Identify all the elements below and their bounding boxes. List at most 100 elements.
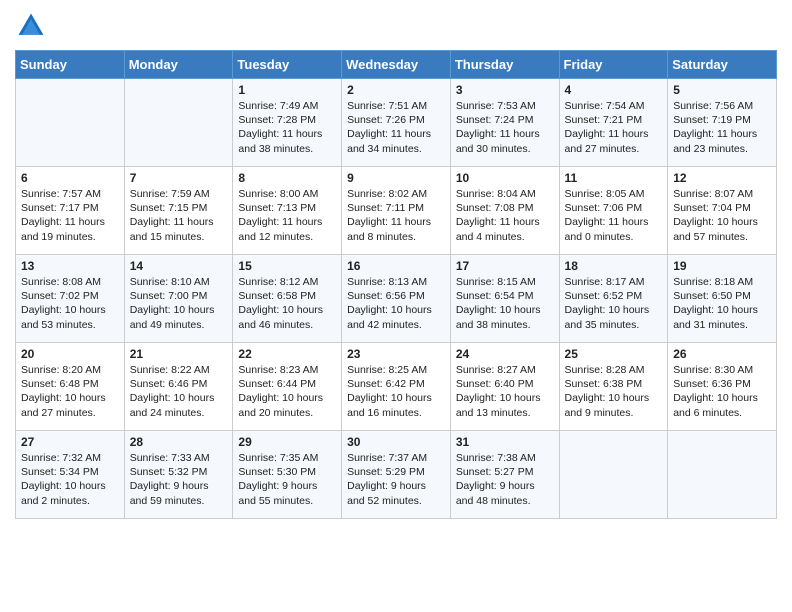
calendar-cell: 31 Sunrise: 7:38 AM Sunset: 5:27 PM Dayli… bbox=[450, 431, 559, 519]
calendar-cell: 1 Sunrise: 7:49 AM Sunset: 7:28 PM Daylig… bbox=[233, 79, 342, 167]
day-number: 13 bbox=[21, 259, 119, 273]
calendar-cell: 17 Sunrise: 8:15 AM Sunset: 6:54 PM Dayli… bbox=[450, 255, 559, 343]
cell-content: Sunrise: 7:56 AM Sunset: 7:19 PM Dayligh… bbox=[673, 99, 771, 156]
calendar-cell: 9 Sunrise: 8:02 AM Sunset: 7:11 PM Daylig… bbox=[342, 167, 451, 255]
calendar-cell: 14Sunrise: 8:10 AM Sunset: 7:00 PM Dayli… bbox=[124, 255, 233, 343]
calendar-body: 1 Sunrise: 7:49 AM Sunset: 7:28 PM Daylig… bbox=[16, 79, 777, 519]
calendar-cell: 10 Sunrise: 8:04 AM Sunset: 7:08 PM Dayli… bbox=[450, 167, 559, 255]
cell-content: Sunrise: 8:00 AM Sunset: 7:13 PM Dayligh… bbox=[238, 187, 336, 244]
day-number: 11 bbox=[565, 171, 663, 185]
day-number: 24 bbox=[456, 347, 554, 361]
day-number: 4 bbox=[565, 83, 663, 97]
cell-content: Sunrise: 8:17 AM Sunset: 6:52 PM Dayligh… bbox=[565, 275, 663, 332]
day-number: 21 bbox=[130, 347, 228, 361]
logo-icon bbox=[15, 10, 47, 42]
day-number: 12 bbox=[673, 171, 771, 185]
day-number: 3 bbox=[456, 83, 554, 97]
cell-content: Sunrise: 8:02 AM Sunset: 7:11 PM Dayligh… bbox=[347, 187, 445, 244]
day-number: 30 bbox=[347, 435, 445, 449]
calendar-cell: 20 Sunrise: 8:20 AM Sunset: 6:48 PM Dayli… bbox=[16, 343, 125, 431]
logo bbox=[15, 10, 51, 42]
day-number: 5 bbox=[673, 83, 771, 97]
cell-content: Sunrise: 7:53 AM Sunset: 7:24 PM Dayligh… bbox=[456, 99, 554, 156]
cell-content: Sunrise: 7:32 AM Sunset: 5:34 PM Dayligh… bbox=[21, 451, 119, 508]
cell-content: Sunrise: 7:35 AM Sunset: 5:30 PM Dayligh… bbox=[238, 451, 336, 508]
calendar-cell: 29 Sunrise: 7:35 AM Sunset: 5:30 PM Dayli… bbox=[233, 431, 342, 519]
calendar-cell: 25 Sunrise: 8:28 AM Sunset: 6:38 PM Dayli… bbox=[559, 343, 668, 431]
header-cell-wednesday: Wednesday bbox=[342, 51, 451, 79]
day-number: 22 bbox=[238, 347, 336, 361]
calendar-cell: 11 Sunrise: 8:05 AM Sunset: 7:06 PM Dayli… bbox=[559, 167, 668, 255]
calendar-table: SundayMondayTuesdayWednesdayThursdayFrid… bbox=[15, 50, 777, 519]
calendar-cell: 15Sunrise: 8:12 AM Sunset: 6:58 PM Dayli… bbox=[233, 255, 342, 343]
day-number: 25 bbox=[565, 347, 663, 361]
calendar-cell: 5 Sunrise: 7:56 AM Sunset: 7:19 PM Daylig… bbox=[668, 79, 777, 167]
day-number: 29 bbox=[238, 435, 336, 449]
calendar-cell: 27 Sunrise: 7:32 AM Sunset: 5:34 PM Dayli… bbox=[16, 431, 125, 519]
cell-content: Sunrise: 7:33 AM Sunset: 5:32 PM Dayligh… bbox=[130, 451, 228, 508]
header-cell-sunday: Sunday bbox=[16, 51, 125, 79]
cell-content: Sunrise: 8:13 AM Sunset: 6:56 PM Dayligh… bbox=[347, 275, 445, 332]
cell-content: Sunrise: 7:57 AM Sunset: 7:17 PM Dayligh… bbox=[21, 187, 119, 244]
day-number: 20 bbox=[21, 347, 119, 361]
cell-content: Sunrise: 8:25 AM Sunset: 6:42 PM Dayligh… bbox=[347, 363, 445, 420]
cell-content: Sunrise: 7:49 AM Sunset: 7:28 PM Dayligh… bbox=[238, 99, 336, 156]
cell-content: Sunrise: 8:07 AM Sunset: 7:04 PM Dayligh… bbox=[673, 187, 771, 244]
day-number: 14 bbox=[130, 259, 228, 273]
cell-content: Sunrise: 8:27 AM Sunset: 6:40 PM Dayligh… bbox=[456, 363, 554, 420]
calendar-cell: 21 Sunrise: 8:22 AM Sunset: 6:46 PM Dayli… bbox=[124, 343, 233, 431]
calendar-cell: 30 Sunrise: 7:37 AM Sunset: 5:29 PM Dayli… bbox=[342, 431, 451, 519]
day-number: 6 bbox=[21, 171, 119, 185]
page-header bbox=[15, 10, 777, 42]
cell-content: Sunrise: 8:20 AM Sunset: 6:48 PM Dayligh… bbox=[21, 363, 119, 420]
week-row-0: 1 Sunrise: 7:49 AM Sunset: 7:28 PM Daylig… bbox=[16, 79, 777, 167]
day-number: 15 bbox=[238, 259, 336, 273]
calendar-cell: 26Sunrise: 8:30 AM Sunset: 6:36 PM Dayli… bbox=[668, 343, 777, 431]
cell-content: Sunrise: 8:08 AM Sunset: 7:02 PM Dayligh… bbox=[21, 275, 119, 332]
header-cell-monday: Monday bbox=[124, 51, 233, 79]
calendar-cell: 22 Sunrise: 8:23 AM Sunset: 6:44 PM Dayli… bbox=[233, 343, 342, 431]
cell-content: Sunrise: 7:51 AM Sunset: 7:26 PM Dayligh… bbox=[347, 99, 445, 156]
cell-content: Sunrise: 8:05 AM Sunset: 7:06 PM Dayligh… bbox=[565, 187, 663, 244]
cell-content: Sunrise: 7:54 AM Sunset: 7:21 PM Dayligh… bbox=[565, 99, 663, 156]
day-number: 10 bbox=[456, 171, 554, 185]
calendar-cell: 16 Sunrise: 8:13 AM Sunset: 6:56 PM Dayli… bbox=[342, 255, 451, 343]
calendar-cell: 28 Sunrise: 7:33 AM Sunset: 5:32 PM Dayli… bbox=[124, 431, 233, 519]
day-number: 16 bbox=[347, 259, 445, 273]
cell-content: Sunrise: 8:04 AM Sunset: 7:08 PM Dayligh… bbox=[456, 187, 554, 244]
day-number: 1 bbox=[238, 83, 336, 97]
day-number: 2 bbox=[347, 83, 445, 97]
day-number: 7 bbox=[130, 171, 228, 185]
day-number: 28 bbox=[130, 435, 228, 449]
day-number: 31 bbox=[456, 435, 554, 449]
cell-content: Sunrise: 8:15 AM Sunset: 6:54 PM Dayligh… bbox=[456, 275, 554, 332]
calendar-header: SundayMondayTuesdayWednesdayThursdayFrid… bbox=[16, 51, 777, 79]
header-cell-saturday: Saturday bbox=[668, 51, 777, 79]
day-number: 19 bbox=[673, 259, 771, 273]
header-row: SundayMondayTuesdayWednesdayThursdayFrid… bbox=[16, 51, 777, 79]
calendar-cell bbox=[124, 79, 233, 167]
cell-content: Sunrise: 7:37 AM Sunset: 5:29 PM Dayligh… bbox=[347, 451, 445, 508]
calendar-cell: 24 Sunrise: 8:27 AM Sunset: 6:40 PM Dayli… bbox=[450, 343, 559, 431]
calendar-cell: 23Sunrise: 8:25 AM Sunset: 6:42 PM Dayli… bbox=[342, 343, 451, 431]
cell-content: Sunrise: 7:38 AM Sunset: 5:27 PM Dayligh… bbox=[456, 451, 554, 508]
day-number: 27 bbox=[21, 435, 119, 449]
week-row-1: 6 Sunrise: 7:57 AM Sunset: 7:17 PM Daylig… bbox=[16, 167, 777, 255]
day-number: 8 bbox=[238, 171, 336, 185]
day-number: 17 bbox=[456, 259, 554, 273]
calendar-cell: 18 Sunrise: 8:17 AM Sunset: 6:52 PM Dayli… bbox=[559, 255, 668, 343]
day-number: 9 bbox=[347, 171, 445, 185]
calendar-cell: 4 Sunrise: 7:54 AM Sunset: 7:21 PM Daylig… bbox=[559, 79, 668, 167]
calendar-cell: 3 Sunrise: 7:53 AM Sunset: 7:24 PM Daylig… bbox=[450, 79, 559, 167]
calendar-cell bbox=[16, 79, 125, 167]
calendar-cell: 8 Sunrise: 8:00 AM Sunset: 7:13 PM Daylig… bbox=[233, 167, 342, 255]
week-row-2: 13 Sunrise: 8:08 AM Sunset: 7:02 PM Dayli… bbox=[16, 255, 777, 343]
calendar-cell: 12 Sunrise: 8:07 AM Sunset: 7:04 PM Dayli… bbox=[668, 167, 777, 255]
day-number: 26 bbox=[673, 347, 771, 361]
cell-content: Sunrise: 8:22 AM Sunset: 6:46 PM Dayligh… bbox=[130, 363, 228, 420]
calendar-cell: 19Sunrise: 8:18 AM Sunset: 6:50 PM Dayli… bbox=[668, 255, 777, 343]
cell-content: Sunrise: 8:28 AM Sunset: 6:38 PM Dayligh… bbox=[565, 363, 663, 420]
day-number: 18 bbox=[565, 259, 663, 273]
cell-content: Sunrise: 8:23 AM Sunset: 6:44 PM Dayligh… bbox=[238, 363, 336, 420]
calendar-cell: 13 Sunrise: 8:08 AM Sunset: 7:02 PM Dayli… bbox=[16, 255, 125, 343]
